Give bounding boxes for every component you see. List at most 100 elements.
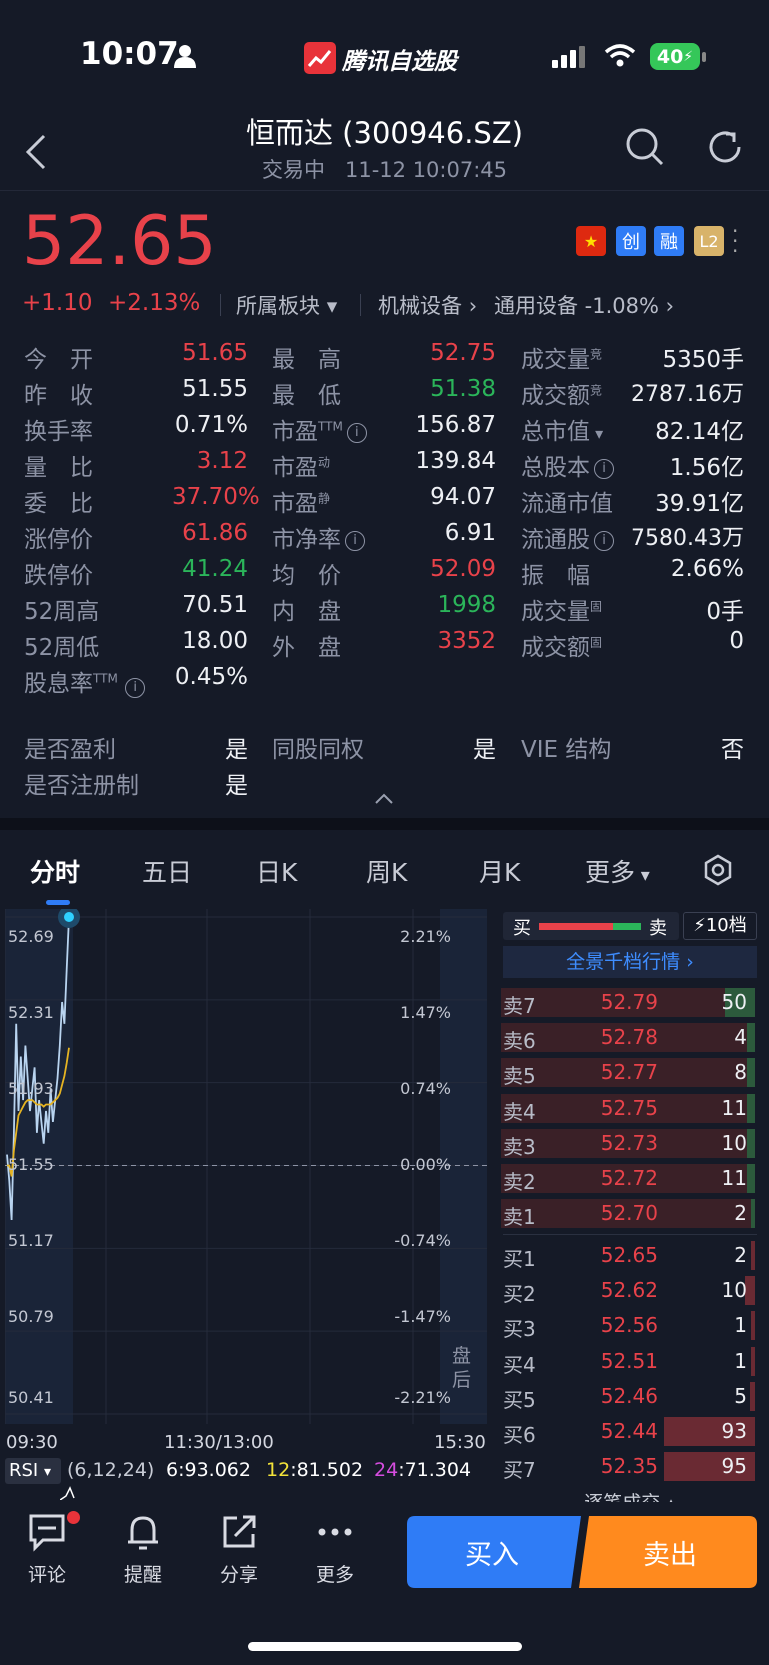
ask-row[interactable]: 卖6 52.78 4 — [501, 1023, 755, 1054]
tab-2[interactable]: 日K — [256, 853, 297, 889]
stat-value: 52.09 — [430, 556, 496, 582]
price-change: +1.10 — [22, 290, 93, 316]
ask-row[interactable]: 卖5 52.77 8 — [501, 1058, 755, 1088]
stat-label-text: 流通股 — [521, 527, 590, 553]
ask-row[interactable]: 卖7 52.79 50 — [501, 988, 755, 1018]
tab-1[interactable]: 五日 — [142, 853, 192, 889]
orderbook-label: 卖7 — [503, 994, 536, 1018]
info-icon[interactable]: i — [346, 422, 367, 443]
tab-4[interactable]: 月K — [479, 853, 520, 889]
flag-value: 否 — [721, 737, 744, 763]
stat-label-text: 最 低 — [272, 383, 341, 409]
more-button[interactable]: 更多 — [300, 1512, 370, 1587]
divider — [360, 294, 361, 316]
stat-label: 成交额固 — [521, 628, 602, 662]
trades-tab[interactable]: 逐笔成交 ▴ — [503, 1488, 757, 1502]
rsi-selector[interactable]: RSI ▾ — [5, 1458, 61, 1484]
intraday-chart-svg: 52.69 52.31 51.93 51.55 51.17 50.79 50.41 2.21%… — [4, 906, 487, 1424]
stat-label-text: 市盈 — [272, 455, 318, 481]
share-button[interactable]: 分享 — [204, 1512, 274, 1587]
stat-label[interactable]: 市净率 i — [272, 520, 365, 554]
search-button[interactable] — [624, 126, 666, 168]
stat-label: 昨 收 — [24, 376, 93, 410]
settings-button[interactable] — [700, 852, 736, 888]
bid-row[interactable]: 买4 52.51 1 — [501, 1346, 755, 1377]
remind-button[interactable]: 提醒 — [108, 1512, 178, 1587]
buy-button[interactable]: 买入 — [407, 1533, 577, 1572]
stat-label[interactable]: 流通股 i — [521, 520, 614, 554]
stat-label[interactable]: 市盈TTM i — [272, 412, 367, 446]
orderbook-vol: 10 — [721, 1130, 747, 1155]
stat-value: 0.71% — [174, 412, 248, 438]
orderbook-price: 52.73 — [600, 1130, 658, 1155]
info-icon[interactable]: i — [345, 530, 365, 551]
rong-badge: 融 — [654, 226, 684, 256]
collapse-chevron-icon[interactable] — [374, 790, 394, 809]
rsi-6-label: 6 — [166, 1459, 179, 1481]
ask-row[interactable]: 卖3 52.73 10 — [501, 1128, 755, 1159]
orderbook-price: 52.44 — [600, 1419, 658, 1443]
stat-label-text: 成交量 — [521, 599, 590, 625]
bid-row[interactable]: 买2 52.62 10 — [501, 1276, 755, 1306]
home-indicator — [248, 1642, 522, 1651]
stat-value: 156.87 — [415, 412, 496, 438]
stat-label-text: 市净率 — [272, 527, 341, 553]
status-datetime: 11-12 10:07:45 — [345, 158, 508, 182]
bid-row[interactable]: 买5 52.46 5 — [501, 1381, 755, 1412]
volume-bar — [751, 1241, 755, 1270]
info-icon[interactable]: i — [594, 458, 614, 479]
tab-5[interactable]: 更多 ▾ — [585, 853, 650, 889]
orderbook-vol: 1 — [734, 1348, 747, 1373]
ask-row[interactable]: 卖4 52.75 11 — [501, 1093, 755, 1124]
stat-label: 市盈动 — [272, 448, 330, 482]
trades-label: 逐笔成交 — [584, 1492, 660, 1502]
stat-label-sup: 固 — [590, 599, 603, 614]
stat-label-sup: 竞 — [590, 347, 603, 362]
stat-value: 52.75 — [430, 340, 496, 366]
stat-value: 82.14亿 — [655, 419, 744, 445]
stat-label: 量 比 — [24, 448, 93, 482]
stat-label[interactable]: 总市值 ▾ — [521, 412, 603, 446]
orderbook-price: 52.51 — [600, 1348, 658, 1373]
stat-label[interactable]: 总股本 i — [521, 448, 614, 482]
orderbook-divider — [503, 1234, 757, 1235]
industry-label: 机械设备 — [378, 294, 462, 318]
ask-row[interactable]: 卖2 52.72 11 — [501, 1164, 755, 1194]
share-icon — [223, 1515, 256, 1548]
panorama-link[interactable]: 全景千档行情 › — [503, 946, 757, 978]
flag-value: 是 — [225, 773, 248, 799]
bid-row[interactable]: 买6 52.44 93 — [501, 1417, 755, 1447]
orderbook-label: 卖6 — [503, 1029, 536, 1054]
sector-dropdown[interactable]: 所属板块 ▾ — [236, 290, 337, 320]
ask-row[interactable]: 卖1 52.70 2 — [501, 1199, 755, 1229]
app-logo-icon — [304, 42, 336, 74]
bid-row[interactable]: 买7 52.35 95 — [501, 1452, 755, 1482]
bid-row[interactable]: 买3 52.56 1 — [501, 1311, 755, 1341]
battery-level: 40 — [656, 45, 684, 68]
sell-button[interactable]: 卖出 — [583, 1533, 757, 1572]
remind-label: 提醒 — [123, 1564, 162, 1586]
info-icon[interactable]: i — [125, 678, 146, 698]
tab-3[interactable]: 周K — [366, 853, 407, 889]
more-dots-icon[interactable]: · · · — [732, 221, 738, 261]
stat-label: 换手率 — [24, 412, 93, 446]
person-icon — [174, 44, 196, 72]
bid-row[interactable]: 买1 52.65 2 — [501, 1241, 755, 1271]
info-icon[interactable]: i — [594, 530, 614, 551]
refresh-button[interactable] — [704, 126, 746, 168]
share-label: 分享 — [219, 1564, 258, 1586]
sub-industry-link[interactable]: 通用设备 -1.08% › — [494, 290, 674, 320]
app-name: 腾讯自选股 — [342, 49, 457, 75]
stat-value: 51.55 — [182, 376, 248, 402]
stat-value: 2.66% — [670, 556, 744, 582]
tab-0[interactable]: 分时 — [30, 853, 80, 889]
levels-button[interactable]: ⚡10档 — [683, 912, 757, 940]
y-tick-label: 51.93 — [8, 1079, 54, 1098]
intraday-chart[interactable]: 52.69 52.31 51.93 51.55 51.17 50.79 50.41 2.21%… — [4, 906, 487, 1424]
stat-label-text: 52周高 — [24, 599, 100, 625]
industry-link[interactable]: 机械设备 › — [378, 290, 477, 320]
orderbook-price: 52.72 — [600, 1166, 658, 1190]
stat-label: 成交额竞 — [521, 376, 602, 410]
stat-label-sup: 动 — [318, 455, 331, 470]
y2-tick-label: -0.74% — [394, 1231, 451, 1250]
